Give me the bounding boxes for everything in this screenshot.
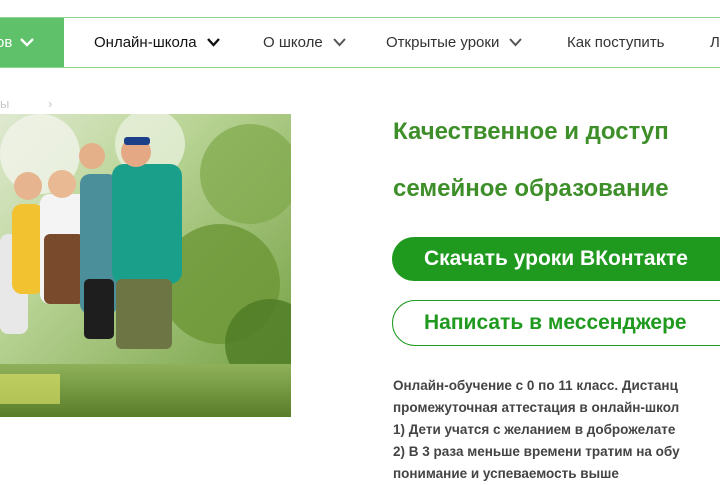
- nav-item-active[interactable]: ов: [0, 18, 64, 67]
- hero-heading-line2: семейное образование: [393, 175, 669, 202]
- breadcrumb-item[interactable]: ы: [0, 96, 9, 111]
- description-line: промежуточная аттестация в онлайн-школ: [393, 400, 680, 415]
- nav-item-label: Открытые уроки: [386, 34, 500, 51]
- description-line: понимание и успеваемость выше: [393, 466, 619, 481]
- hero-description: Онлайн-обучение с 0 по 11 класс. Дистанц…: [393, 375, 680, 485]
- chevron-right-icon: ›: [48, 96, 53, 111]
- nav-item-about[interactable]: О школе: [263, 18, 346, 67]
- main-navigation: ов Онлайн-школа О школе Открытые уроки К…: [0, 17, 720, 68]
- nav-item-active-label: ов: [0, 34, 13, 51]
- hero-heading-line1: Качественное и доступ: [393, 118, 669, 145]
- download-lessons-vk-button[interactable]: Скачать уроки ВКонтакте: [392, 237, 720, 281]
- nav-item-online-school[interactable]: Онлайн-школа: [94, 18, 220, 67]
- description-line: 1) Дети учатся с желанием в доброжелате: [393, 422, 676, 437]
- nav-item-label: Онлайн-школа: [94, 34, 197, 51]
- nav-item-truncated[interactable]: Л: [710, 18, 720, 67]
- top-strip: [0, 0, 720, 17]
- chevron-down-icon: [20, 38, 35, 47]
- chevron-down-icon: [509, 38, 523, 47]
- breadcrumb: ы ›: [0, 96, 52, 111]
- nav-item-label: Л: [710, 34, 720, 51]
- family-photo: [0, 114, 291, 417]
- nav-item-label: О школе: [263, 34, 323, 51]
- nav-item-how-to-enroll[interactable]: Как поступить: [567, 18, 665, 67]
- description-line: Онлайн-обучение с 0 по 11 класс. Дистанц: [393, 378, 678, 393]
- write-messenger-button[interactable]: Написать в мессенджере: [392, 300, 720, 346]
- nav-item-open-lessons[interactable]: Открытые уроки: [386, 18, 523, 67]
- chevron-down-icon: [332, 38, 346, 47]
- chevron-down-icon: [206, 38, 220, 47]
- nav-item-label: Как поступить: [567, 34, 665, 51]
- description-line: 2) В 3 раза меньше времени тратим на обу: [393, 444, 680, 459]
